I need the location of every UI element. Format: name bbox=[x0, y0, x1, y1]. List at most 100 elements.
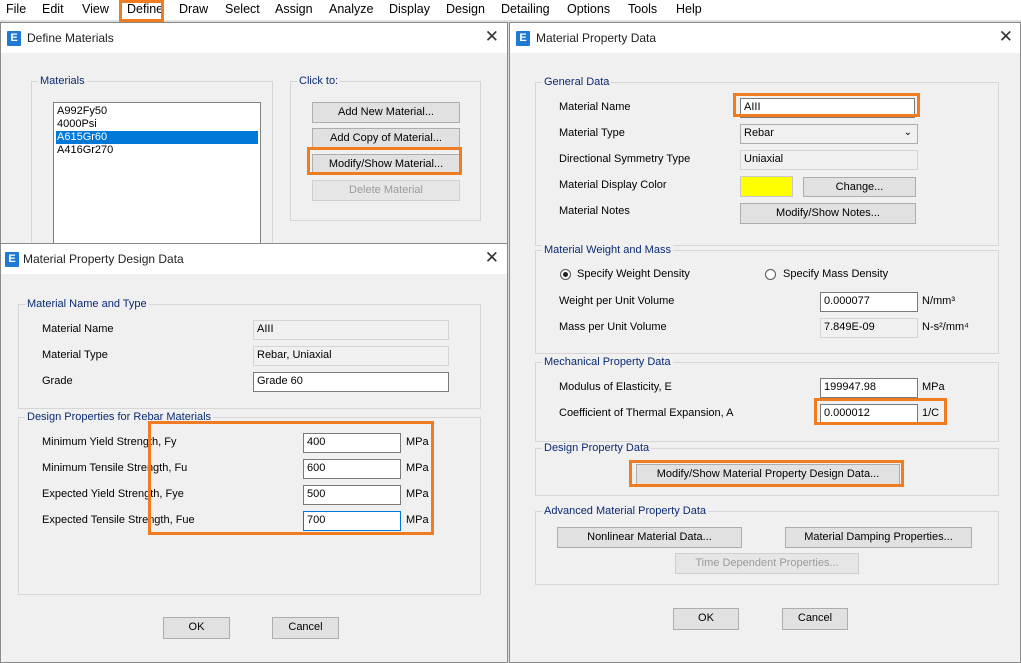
symmetry-field: Uniaxial bbox=[740, 150, 918, 170]
mass-label: Mass per Unit Volume bbox=[559, 321, 667, 333]
unit-label: MPa bbox=[406, 462, 429, 474]
menu-options[interactable]: Options bbox=[567, 2, 610, 16]
design-data-dialog: E Material Property Design Data ✕ Materi… bbox=[0, 243, 508, 663]
close-icon[interactable]: ✕ bbox=[999, 28, 1013, 46]
add-copy-material-button[interactable]: Add Copy of Material... bbox=[312, 128, 460, 149]
time-dependent-button: Time Dependent Properties... bbox=[675, 553, 859, 574]
name-type-group: Material Name and Type Material Name AII… bbox=[18, 298, 481, 409]
list-item[interactable]: 4000Psi bbox=[56, 118, 258, 131]
titlebar: E Material Property Data ✕ bbox=[510, 23, 1020, 53]
material-type-label: Material Type bbox=[559, 127, 625, 139]
list-item[interactable]: A416Gr270 bbox=[56, 144, 258, 157]
unit-label: MPa bbox=[406, 436, 429, 448]
close-icon[interactable]: ✕ bbox=[485, 28, 499, 46]
titlebar: E Material Property Design Data ✕ bbox=[1, 244, 507, 274]
material-damping-button[interactable]: Material Damping Properties... bbox=[785, 527, 972, 548]
material-type-label: Material Type bbox=[42, 349, 108, 361]
group-label: Material Name and Type bbox=[25, 298, 149, 310]
app-icon: E bbox=[5, 252, 19, 267]
modify-show-design-data-button[interactable]: Modify/Show Material Property Design Dat… bbox=[636, 464, 900, 485]
materials-list[interactable]: A992Fy50 4000Psi A615Gr60 A416Gr270 bbox=[53, 102, 261, 252]
group-label: General Data bbox=[542, 76, 612, 88]
menu-help[interactable]: Help bbox=[676, 2, 702, 16]
weight-label: Weight per Unit Volume bbox=[559, 295, 675, 307]
expected-yield-field[interactable]: 500 bbox=[303, 485, 401, 505]
menu-bar: File Edit View Define Draw Select Assign… bbox=[0, 0, 1021, 21]
color-swatch[interactable] bbox=[740, 176, 793, 197]
modify-show-material-button[interactable]: Modify/Show Material... bbox=[312, 154, 460, 175]
display-color-label: Material Display Color bbox=[559, 179, 667, 191]
material-name-field: AIII bbox=[253, 320, 449, 340]
dialog-title: Material Property Design Data bbox=[23, 252, 184, 266]
close-icon[interactable]: ✕ bbox=[485, 249, 499, 267]
modulus-field[interactable]: 199947.98 bbox=[820, 378, 918, 398]
chevron-down-icon: ⌄ bbox=[903, 127, 912, 138]
menu-file[interactable]: File bbox=[6, 2, 26, 16]
min-tensile-label: Minimum Tensile Strength, Fu bbox=[42, 462, 188, 474]
specify-weight-label: Specify Weight Density bbox=[577, 268, 690, 280]
symmetry-label: Directional Symmetry Type bbox=[559, 153, 691, 165]
mechanical-property-group: Mechanical Property Data Modulus of Elas… bbox=[535, 356, 999, 442]
rebar-design-group: Design Properties for Rebar Materials Mi… bbox=[18, 411, 481, 595]
expected-tensile-field[interactable]: 700 bbox=[303, 511, 401, 531]
group-label: Material Weight and Mass bbox=[542, 244, 673, 256]
min-tensile-field[interactable]: 600 bbox=[303, 459, 401, 479]
group-label: Mechanical Property Data bbox=[542, 356, 673, 368]
specify-mass-label: Specify Mass Density bbox=[783, 268, 889, 280]
list-item[interactable]: A992Fy50 bbox=[56, 105, 258, 118]
group-label: Design Property Data bbox=[542, 442, 652, 454]
materials-group-label: Materials bbox=[38, 75, 87, 87]
nonlinear-material-button[interactable]: Nonlinear Material Data... bbox=[557, 527, 742, 548]
app-icon: E bbox=[516, 31, 530, 46]
expected-tensile-label: Expected Tensile Strength, Fue bbox=[42, 514, 195, 526]
material-property-data-dialog: E Material Property Data ✕ General Data … bbox=[509, 22, 1021, 663]
menu-detailing[interactable]: Detailing bbox=[501, 2, 550, 16]
grade-field[interactable]: Grade 60 bbox=[253, 372, 449, 392]
specify-mass-radio[interactable] bbox=[765, 269, 776, 280]
specify-weight-radio[interactable] bbox=[560, 269, 571, 280]
material-name-label: Material Name bbox=[559, 101, 631, 113]
menu-display[interactable]: Display bbox=[389, 2, 430, 16]
menu-tools[interactable]: Tools bbox=[628, 2, 657, 16]
list-item-selected[interactable]: A615Gr60 bbox=[56, 131, 258, 144]
modulus-unit: MPa bbox=[922, 381, 945, 393]
menu-select[interactable]: Select bbox=[225, 2, 260, 16]
menu-assign[interactable]: Assign bbox=[275, 2, 313, 16]
materials-group: Materials A992Fy50 4000Psi A615Gr60 A416… bbox=[31, 75, 273, 252]
group-label: Advanced Material Property Data bbox=[542, 505, 709, 517]
add-new-material-button[interactable]: Add New Material... bbox=[312, 102, 460, 123]
menu-edit[interactable]: Edit bbox=[42, 2, 64, 16]
thermal-field[interactable]: 0.000012 bbox=[820, 404, 918, 424]
unit-label: MPa bbox=[406, 488, 429, 500]
material-name-field[interactable]: AIII bbox=[740, 98, 915, 118]
click-to-label: Click to: bbox=[297, 75, 341, 87]
ok-button[interactable]: OK bbox=[163, 617, 230, 639]
group-label: Design Properties for Rebar Materials bbox=[25, 411, 214, 423]
menu-view[interactable]: View bbox=[82, 2, 109, 16]
menu-design[interactable]: Design bbox=[446, 2, 485, 16]
thermal-unit: 1/C bbox=[922, 407, 940, 419]
cancel-button[interactable]: Cancel bbox=[272, 617, 339, 639]
design-property-group: Design Property Data Modify/Show Materia… bbox=[535, 442, 999, 496]
material-type-field: Rebar, Uniaxial bbox=[253, 346, 449, 366]
ok-button[interactable]: OK bbox=[673, 608, 739, 630]
menu-define[interactable]: Define bbox=[127, 2, 163, 16]
advanced-property-group: Advanced Material Property Data Nonlinea… bbox=[535, 505, 999, 585]
dialog-title: Material Property Data bbox=[536, 31, 657, 45]
cancel-button[interactable]: Cancel bbox=[782, 608, 848, 630]
min-yield-label: Minimum Yield Strength, Fy bbox=[42, 436, 177, 448]
material-notes-label: Material Notes bbox=[559, 205, 630, 217]
thermal-label: Coefficient of Thermal Expansion, A bbox=[559, 407, 734, 419]
change-color-button[interactable]: Change... bbox=[803, 177, 916, 197]
menu-analyze[interactable]: Analyze bbox=[329, 2, 373, 16]
material-type-dropdown[interactable]: Rebar ⌄ bbox=[740, 124, 918, 144]
delete-material-button: Delete Material bbox=[312, 180, 460, 201]
min-yield-field[interactable]: 400 bbox=[303, 433, 401, 453]
titlebar: E Define Materials ✕ bbox=[1, 23, 507, 53]
menu-draw[interactable]: Draw bbox=[179, 2, 208, 16]
general-data-group: General Data Material Name AIII Material… bbox=[535, 76, 999, 246]
modify-show-notes-button[interactable]: Modify/Show Notes... bbox=[740, 203, 916, 224]
click-to-group: Click to: Add New Material... Add Copy o… bbox=[290, 75, 481, 221]
weight-unit: N/mm³ bbox=[922, 295, 955, 307]
weight-field[interactable]: 0.000077 bbox=[820, 292, 918, 312]
